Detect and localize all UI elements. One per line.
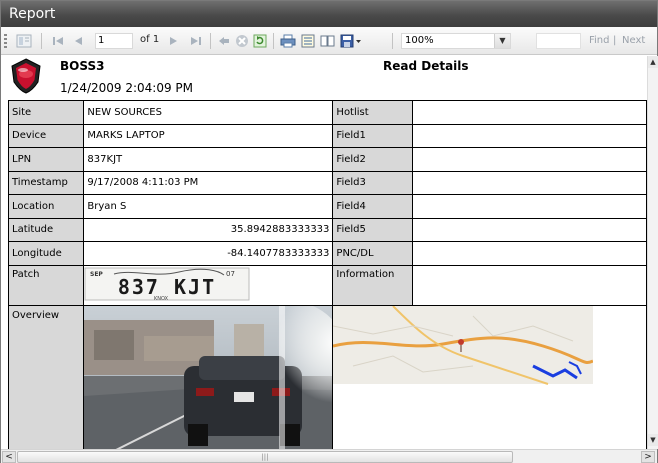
stop-icon[interactable] <box>234 33 250 49</box>
horizontal-scroll-thumb[interactable]: ||| <box>17 451 513 463</box>
hotlist-value <box>411 100 647 125</box>
table-row: Site NEW SOURCES Hotlist <box>7 100 647 125</box>
lpn-label: LPN <box>7 147 85 172</box>
plate-month: SEP <box>90 271 103 278</box>
table-row: Timestamp 9/17/2008 4:11:03 PM Field3 <box>7 170 647 195</box>
field1-label: Field1 <box>332 123 413 148</box>
document-map-icon[interactable] <box>13 33 35 49</box>
toolbar-separator <box>392 33 393 49</box>
next-link[interactable]: Next <box>622 35 645 46</box>
find-input[interactable] <box>536 33 581 49</box>
hotlist-label: Hotlist <box>332 100 413 125</box>
zoom-select[interactable]: 100% ▼ <box>401 33 511 49</box>
back-icon[interactable] <box>216 33 232 49</box>
print-layout-icon[interactable] <box>299 33 317 49</box>
toolbar-separator <box>210 33 211 49</box>
table-row: Longitude -84.1407783333333 PNC/DL <box>7 241 647 266</box>
report-toolbar: 1 of 1 100% ▼ Find | Next <box>1 27 657 55</box>
device-value: MARKS LAPTOP <box>83 123 334 148</box>
longitude-value: -84.1407783333333 <box>83 241 334 266</box>
latitude-value: 35.8942883333333 <box>83 217 334 242</box>
field2-value <box>411 147 647 172</box>
report-window: Report 1 of 1 100% ▼ Find | Next BOSS3 R… <box>0 0 658 463</box>
toolbar-grip[interactable] <box>4 34 7 48</box>
read-details-table: Site NEW SOURCES Hotlist Device MARKS LA… <box>7 100 647 449</box>
overview-label: Overview <box>7 304 85 449</box>
scroll-up-icon[interactable]: ▲ <box>648 56 658 68</box>
next-page-icon[interactable] <box>167 33 181 49</box>
print-icon[interactable] <box>279 33 297 49</box>
zoom-value: 100% <box>405 35 434 46</box>
pnc-dl-value <box>411 241 647 266</box>
field4-value <box>411 194 647 219</box>
table-row: Location Bryan S Field4 <box>7 194 647 219</box>
find-link[interactable]: Find <box>589 35 610 46</box>
information-label: Information <box>332 264 413 306</box>
plate-patch-image: SEP 07 837 KJT KNOX <box>83 264 334 306</box>
field1-value <box>411 123 647 148</box>
scroll-left-icon[interactable]: < <box>2 451 16 463</box>
page-setup-icon[interactable] <box>319 33 337 49</box>
latitude-label: Latitude <box>7 217 85 242</box>
device-label: Device <box>7 123 85 148</box>
field5-value <box>411 217 647 242</box>
boss-logo-icon <box>10 58 42 94</box>
report-title: Read Details <box>383 59 469 73</box>
chevron-down-icon[interactable]: ▼ <box>494 34 510 48</box>
scroll-down-icon[interactable]: ▼ <box>648 434 658 446</box>
overview-map <box>332 304 647 449</box>
field3-label: Field3 <box>332 170 413 195</box>
location-label: Location <box>7 194 85 219</box>
patch-label: Patch <box>7 264 85 306</box>
plate-year: 07 <box>226 270 235 278</box>
horizontal-scrollbar[interactable]: < ||| > <box>1 449 657 463</box>
current-page-input[interactable]: 1 <box>95 33 133 49</box>
lpn-value: 837KJT <box>83 147 334 172</box>
window-title: Report <box>1 1 657 27</box>
site-label: Site <box>7 100 85 125</box>
report-datetime: 1/24/2009 2:04:09 PM <box>60 81 194 95</box>
table-row: Patch SEP 07 837 KJT KNOX Information <box>7 264 647 306</box>
table-row: LPN 837KJT Field2 <box>7 147 647 172</box>
scroll-right-icon[interactable]: > <box>641 451 655 463</box>
page-count-label: of 1 <box>140 34 160 45</box>
longitude-label: Longitude <box>7 241 85 266</box>
vertical-scrollbar[interactable]: ▲ ▼ <box>647 56 658 449</box>
overview-photo <box>83 304 334 449</box>
toolbar-separator <box>273 33 274 49</box>
first-page-icon[interactable] <box>50 33 66 49</box>
find-separator: | <box>613 35 617 46</box>
table-row: Overview <box>7 304 647 449</box>
toolbar-separator <box>41 33 42 49</box>
report-canvas: BOSS3 Read Details 1/24/2009 2:04:09 PM … <box>1 56 647 449</box>
timestamp-label: Timestamp <box>7 170 85 195</box>
field5-label: Field5 <box>332 217 413 242</box>
plate-county: KNOX <box>154 296 169 302</box>
information-value <box>411 264 647 306</box>
refresh-icon[interactable] <box>252 33 268 49</box>
report-device-name: BOSS3 <box>60 59 105 73</box>
table-row: Latitude 35.8942883333333 Field5 <box>7 217 647 242</box>
field3-value <box>411 170 647 195</box>
table-row: Device MARKS LAPTOP Field1 <box>7 123 647 148</box>
site-value: NEW SOURCES <box>83 100 334 125</box>
last-page-icon[interactable] <box>188 33 204 49</box>
pnc-dl-label: PNC/DL <box>332 241 413 266</box>
export-save-icon[interactable] <box>339 33 363 49</box>
field2-label: Field2 <box>332 147 413 172</box>
location-value: Bryan S <box>83 194 334 219</box>
field4-label: Field4 <box>332 194 413 219</box>
previous-page-icon[interactable] <box>70 33 86 49</box>
timestamp-value: 9/17/2008 4:11:03 PM <box>83 170 334 195</box>
